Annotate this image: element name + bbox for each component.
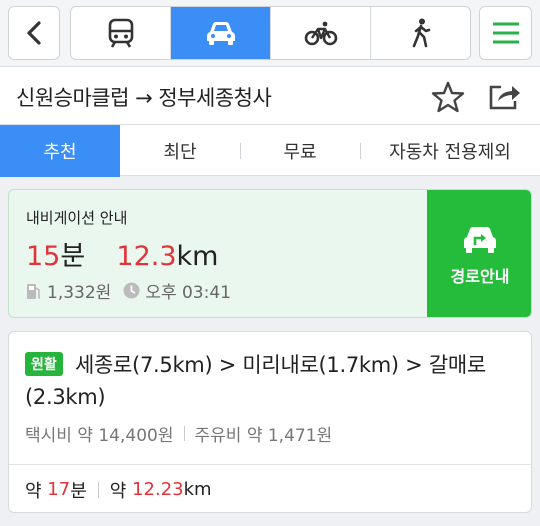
navigation-label: 내비게이션 안내	[26, 209, 128, 227]
route-detail-card[interactable]: 원활 세종로(7.5km) > 미리내로(1.7km) > 갈매로(2.3km)…	[8, 331, 532, 513]
navigation-meta: 1,332원 오후 03:41	[26, 278, 231, 303]
route-distance-value: 12.23	[132, 479, 184, 500]
clock-icon	[123, 282, 140, 299]
tab-label: 무료	[283, 142, 317, 163]
tab-recommended[interactable]: 추천	[0, 125, 120, 177]
car-icon	[206, 22, 235, 45]
top-bar	[0, 0, 540, 66]
menu-button[interactable]	[479, 6, 532, 60]
tab-label: 최단	[163, 142, 197, 163]
fuel-pump-icon	[26, 282, 42, 300]
route-path: 세종로(7.5km) > 미리내로(1.7km) > 갈매로(2.3km)	[25, 353, 486, 409]
star-icon[interactable]	[431, 81, 465, 113]
mode-transit[interactable]	[71, 7, 170, 59]
tab-free[interactable]: 무료	[240, 125, 360, 177]
fuel-cost: 1,332원	[47, 283, 112, 303]
tab-label: 자동차 전용제외	[389, 142, 511, 163]
route-title: 신원승마클럽 → 정부세종청사	[16, 86, 272, 110]
walking-person-icon	[412, 18, 430, 48]
tab-shortest[interactable]: 최단	[120, 125, 240, 177]
time-unit: 분	[60, 241, 86, 272]
route-option-tabs: 추천 최단 무료 자동차 전용제외	[0, 124, 540, 177]
time-value: 15	[26, 241, 61, 272]
mode-car[interactable]	[170, 7, 270, 59]
route-distance-unit: km	[183, 479, 212, 500]
route-time-unit: 분	[70, 480, 87, 502]
distance-value: 12.3	[116, 241, 177, 272]
transport-mode-selector	[70, 6, 471, 60]
start-guidance-button[interactable]: 경로안내	[427, 190, 531, 317]
bus-icon	[108, 18, 133, 48]
tab-exclude-car-only[interactable]: 자동차 전용제외	[360, 125, 540, 177]
chevron-left-icon	[27, 21, 41, 45]
tab-label: 추천	[43, 142, 77, 163]
start-guidance-label: 경로안내	[450, 266, 510, 286]
taxi-fare: 택시비 약 14,400원	[25, 426, 174, 446]
share-icon[interactable]	[487, 81, 523, 111]
fuel-fare: 주유비 약 1,471원	[194, 426, 333, 446]
about-label: 약	[109, 480, 127, 502]
navigation-time-distance: 15분 12.3km	[26, 234, 218, 273]
mode-walk[interactable]	[370, 7, 470, 59]
navigation-summary-card: 내비게이션 안내 15분 12.3km 1,332원 오후 03:41 경로안내	[8, 189, 532, 318]
mode-bike[interactable]	[270, 7, 370, 59]
distance-unit: km	[176, 241, 219, 272]
divider	[97, 481, 99, 498]
route-time-value: 17	[47, 479, 71, 500]
divider	[183, 426, 185, 441]
back-button[interactable]	[8, 6, 60, 60]
arrival-time: 오후 03:41	[145, 283, 231, 303]
tab-divider	[360, 143, 361, 159]
bicycle-icon	[304, 21, 337, 46]
fare-row: 택시비 약 14,400원 주유비 약 1,471원	[25, 421, 332, 446]
route-summary: 약 17 분 약 12.23 km	[9, 464, 531, 512]
car-route-icon	[464, 226, 496, 253]
route-header: 신원승마클럽 → 정부세종청사	[0, 66, 540, 124]
tab-divider	[240, 143, 241, 159]
hamburger-menu-icon	[492, 22, 519, 44]
about-label: 약	[25, 480, 42, 502]
